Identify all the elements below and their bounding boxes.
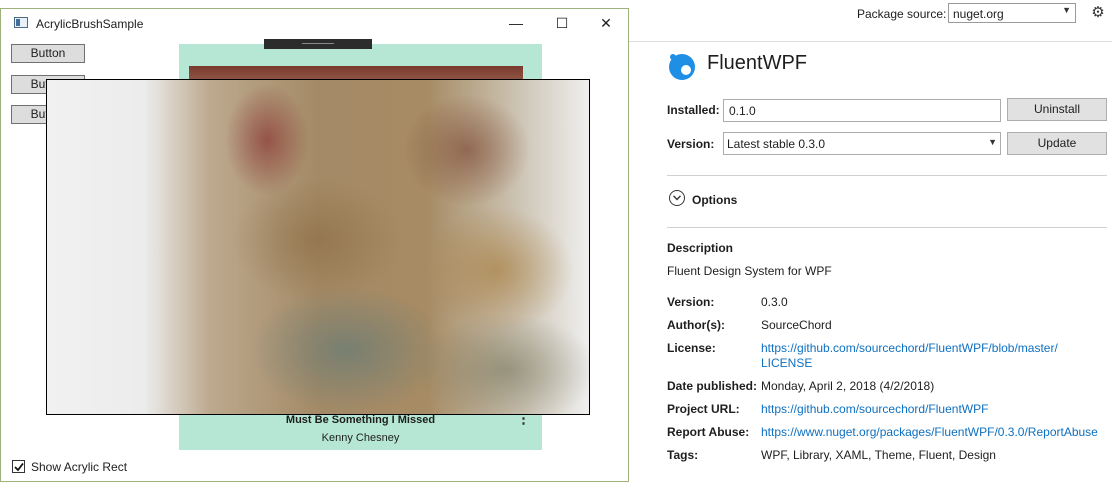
sample-window: AcrylicBrushSample — ☐ ✕ Button Button B… xyxy=(0,8,629,482)
uninstall-button[interactable]: Uninstall xyxy=(1007,98,1107,121)
window-title-bar[interactable]: AcrylicBrushSample — ☐ ✕ xyxy=(1,9,628,37)
checkmark-icon xyxy=(14,462,24,472)
song-title: Must Be Something I Missed xyxy=(285,414,436,426)
description-text: Fluent Design System for WPF xyxy=(667,264,832,278)
gear-icon[interactable]: ⚙ xyxy=(1090,5,1106,21)
update-button[interactable]: Update xyxy=(1007,132,1107,155)
report-abuse-link[interactable]: https://www.nuget.org/packages/FluentWPF… xyxy=(761,425,1098,439)
meta-tags-value: WPF, Library, XAML, Theme, Fluent, Desig… xyxy=(761,448,996,462)
song-artist: Kenny Chesney xyxy=(321,432,400,444)
installed-version-field[interactable]: 0.1.0 xyxy=(723,99,1001,122)
chevron-down-icon: ▼ xyxy=(1062,5,1071,15)
close-icon[interactable]: ✕ xyxy=(583,9,629,37)
divider xyxy=(667,175,1107,176)
meta-authors-label: Author(s): xyxy=(667,318,725,332)
package-source-label: Package source: xyxy=(857,7,947,21)
show-acrylic-label[interactable]: Show Acrylic Rect xyxy=(31,460,127,474)
meta-date-label: Date published: xyxy=(667,379,758,393)
acrylic-rect xyxy=(46,79,590,415)
app-icon xyxy=(14,17,28,28)
package-source-value: nuget.org xyxy=(953,7,1004,21)
sample-button-1[interactable]: Button xyxy=(11,44,85,63)
divider xyxy=(667,227,1107,228)
chevron-down-icon[interactable] xyxy=(669,190,685,206)
version-select-value: Latest stable 0.3.0 xyxy=(727,137,826,151)
meta-date-value: Monday, April 2, 2018 (4/2/2018) xyxy=(761,379,935,393)
minimize-icon[interactable]: — xyxy=(493,9,539,37)
installed-version-value: 0.1.0 xyxy=(729,104,756,118)
description-heading: Description xyxy=(667,241,734,255)
maximize-icon[interactable]: ☐ xyxy=(539,9,585,37)
package-logo-icon xyxy=(669,54,695,80)
package-source-select[interactable]: nuget.org ▼ xyxy=(948,3,1076,23)
meta-project-url-label: Project URL: xyxy=(667,402,740,416)
license-link[interactable]: https://github.com/sourcechord/FluentWPF… xyxy=(761,341,1091,371)
meta-authors-value: SourceChord xyxy=(761,318,832,332)
version-label: Version: xyxy=(667,137,715,151)
chevron-down-icon: ▼ xyxy=(988,137,997,147)
installed-label: Installed: xyxy=(667,103,720,117)
meta-version-value: 0.3.0 xyxy=(761,295,788,309)
meta-tags-label: Tags: xyxy=(667,448,699,462)
meta-report-abuse-label: Report Abuse: xyxy=(667,425,750,439)
drag-handle[interactable] xyxy=(264,39,372,49)
show-acrylic-checkbox[interactable] xyxy=(12,460,25,473)
options-toggle[interactable]: Options xyxy=(692,193,737,207)
package-title: FluentWPF xyxy=(707,52,808,74)
window-title: AcrylicBrushSample xyxy=(36,17,144,31)
project-url-link[interactable]: https://github.com/sourcechord/FluentWPF xyxy=(761,402,988,416)
version-select[interactable]: Latest stable 0.3.0 ▼ xyxy=(723,132,1001,155)
meta-version-label: Version: xyxy=(667,295,715,309)
meta-license-label: License: xyxy=(667,341,716,355)
